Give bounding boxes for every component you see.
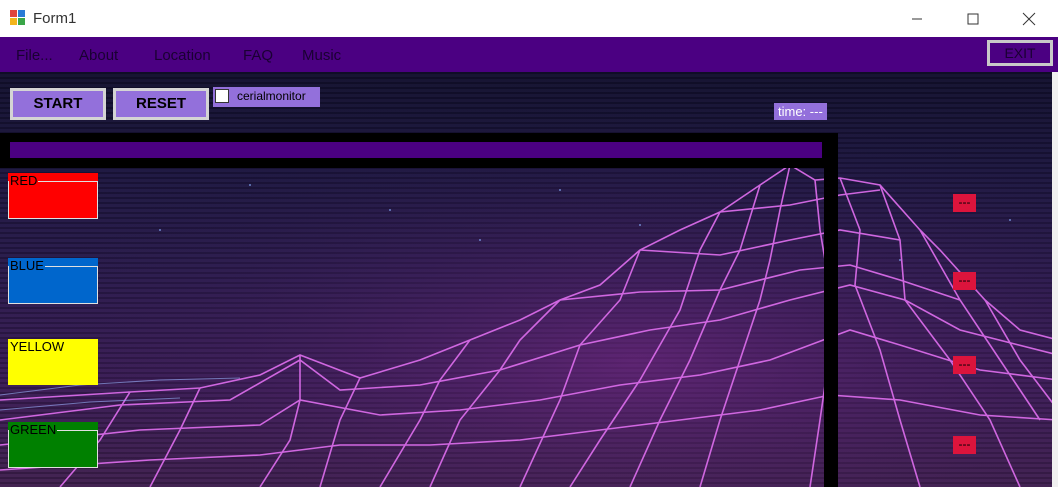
minimize-icon[interactable] (894, 0, 940, 37)
exit-button[interactable]: EXIT (987, 40, 1053, 66)
track-frame-top (0, 133, 838, 140)
color-group-green: GREEN (8, 422, 98, 468)
reset-button[interactable]: RESET (113, 88, 209, 120)
color-group-blue: BLUE (8, 258, 98, 304)
menu-file[interactable]: File... (16, 47, 53, 64)
start-button[interactable]: START (10, 88, 106, 120)
title-bar: Form1 (0, 0, 1058, 37)
color-group-label: GREEN (9, 422, 58, 437)
track-frame-side (824, 133, 838, 487)
progress-bar (0, 140, 824, 160)
scrollbar-track (1052, 72, 1058, 487)
indicator-blue: --- (953, 272, 976, 290)
menu-faq[interactable]: FAQ (243, 47, 273, 64)
indicator-red: --- (953, 194, 976, 212)
color-group-label: RED (9, 173, 39, 188)
progress-fill (10, 142, 822, 158)
indicator-green: --- (953, 436, 976, 454)
cerialmonitor-label: cerialmonitor (237, 89, 306, 103)
menu-location[interactable]: Location (154, 47, 211, 64)
cerialmonitor-checkbox[interactable] (215, 89, 229, 103)
indicator-yellow: --- (953, 356, 976, 374)
app-icon (10, 10, 26, 26)
close-icon[interactable] (1006, 0, 1052, 37)
track-frame-mid (0, 160, 824, 168)
color-group-label: BLUE (9, 258, 45, 273)
window-title: Form1 (33, 10, 77, 27)
color-group-red: RED (8, 173, 98, 219)
menu-bar: File... About Location FAQ Music (0, 37, 1058, 72)
color-group-yellow: YELLOW (8, 339, 98, 385)
maximize-icon[interactable] (950, 0, 996, 37)
menu-music[interactable]: Music (302, 47, 341, 64)
menu-about[interactable]: About (79, 47, 118, 64)
color-group-label: YELLOW (9, 339, 66, 354)
cerialmonitor-checkbox-group[interactable]: cerialmonitor (213, 87, 320, 107)
time-label: time: --- (774, 103, 827, 120)
